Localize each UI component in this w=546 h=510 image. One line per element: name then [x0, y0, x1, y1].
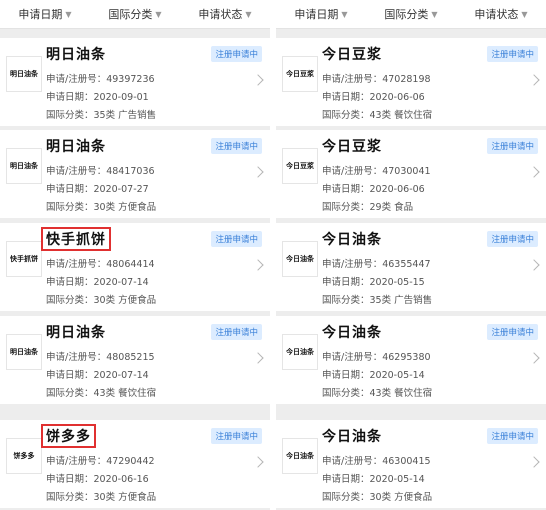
application-date: 申请日期：2020-06-16 — [46, 474, 149, 485]
filter-intl-class[interactable]: 国际分类 ▼ — [366, 0, 456, 28]
application-date: 申请日期：2020-05-15 — [322, 277, 425, 288]
application-date: 申请日期：2020-07-14 — [46, 370, 149, 381]
chevron-right-icon — [252, 456, 264, 468]
status-badge: 注册申请中 — [487, 428, 538, 444]
trademark-card[interactable]: 今日油条 今日油条 申请/注册号：46295380 申请日期：2020-05-14 国际… — [276, 316, 546, 404]
chevron-right-icon — [528, 456, 540, 468]
trademark-name: 今日油条 — [322, 232, 382, 248]
status-badge: 注册申请中 — [211, 46, 262, 62]
registration-number: 申请/注册号：48064414 — [46, 259, 155, 270]
application-date: 申请日期：2020-06-06 — [322, 184, 425, 195]
application-date: 申请日期：2020-07-14 — [46, 277, 149, 288]
chevron-right-icon — [528, 166, 540, 178]
international-class: 国际分类：43类 餐饮住宿 — [322, 110, 433, 121]
trademark-logo: 明日油条 — [6, 334, 42, 370]
chevron-right-icon — [252, 166, 264, 178]
trademark-card[interactable]: 今日油条 今日油条 申请/注册号：46355447 申请日期：2020-05-15 国际… — [276, 223, 546, 311]
status-badge: 注册申请中 — [211, 428, 262, 444]
international-class: 国际分类：43类 餐饮住宿 — [46, 388, 157, 399]
international-class: 国际分类：30类 方便食品 — [46, 295, 157, 306]
trademark-logo: 饼多多 — [6, 438, 42, 474]
caret-down-icon: ▼ — [155, 9, 162, 19]
caret-down-icon: ▼ — [245, 9, 252, 19]
caret-down-icon: ▼ — [65, 9, 72, 19]
trademark-logo: 今日油条 — [282, 438, 318, 474]
registration-number: 申请/注册号：48417036 — [46, 166, 155, 177]
trademark-name: 明日油条 — [46, 47, 106, 63]
chevron-right-icon — [528, 74, 540, 86]
chevron-right-icon — [252, 74, 264, 86]
filter-apply-date[interactable]: 申请日期 ▼ — [276, 0, 366, 28]
trademark-name: 明日油条 — [46, 139, 106, 155]
registration-number: 申请/注册号：46355447 — [322, 259, 431, 270]
trademark-logo: 明日油条 — [6, 148, 42, 184]
right-column: 申请日期 ▼ 国际分类 ▼ 申请状态 ▼ 今日豆浆 今日豆浆 申请/注册号：4702819… — [276, 0, 546, 510]
registration-number: 申请/注册号：46295380 — [322, 352, 431, 363]
trademark-logo: 今日油条 — [282, 334, 318, 370]
trademark-name: 明日油条 — [46, 325, 106, 341]
international-class: 国际分类：30类 方便食品 — [46, 202, 157, 213]
left-column: 申请日期 ▼ 国际分类 ▼ 申请状态 ▼ 明日油条 明日油条 申请/注册号：4939723… — [0, 0, 270, 510]
trademark-logo: 今日油条 — [282, 241, 318, 277]
application-date: 申请日期：2020-09-01 — [46, 92, 149, 103]
trademark-name: 今日豆浆 — [322, 47, 382, 63]
international-class: 国际分类：29类 食品 — [322, 202, 414, 213]
trademark-card[interactable]: 饼多多 饼多多 申请/注册号：47290442 申请日期：2020-06-16 国际分类… — [0, 420, 270, 508]
application-date: 申请日期：2020-05-14 — [322, 474, 425, 485]
status-badge: 注册申请中 — [211, 231, 262, 247]
trademark-name: 今日油条 — [322, 429, 382, 445]
international-class: 国际分类：35类 广告销售 — [46, 110, 157, 121]
caret-down-icon: ▼ — [431, 9, 438, 19]
chevron-right-icon — [252, 259, 264, 271]
international-class: 国际分类：30类 方便食品 — [46, 492, 157, 503]
registration-number: 申请/注册号：47290442 — [46, 456, 155, 467]
international-class: 国际分类：35类 广告销售 — [322, 295, 433, 306]
trademark-card[interactable]: 今日油条 今日油条 申请/注册号：46300415 申请日期：2020-05-14 国际… — [276, 420, 546, 508]
trademark-card[interactable]: 快手抓饼 快手抓饼 申请/注册号：48064414 申请日期：2020-07-14 国际… — [0, 223, 270, 311]
trademark-logo: 今日豆浆 — [282, 148, 318, 184]
registration-number: 申请/注册号：48085215 — [46, 352, 155, 363]
trademark-card[interactable]: 明日油条 明日油条 申请/注册号：48085215 申请日期：2020-07-14 国际… — [0, 316, 270, 404]
application-date: 申请日期：2020-06-06 — [322, 92, 425, 103]
filter-bar: 申请日期 ▼ 国际分类 ▼ 申请状态 ▼ — [276, 0, 546, 29]
status-badge: 注册申请中 — [487, 324, 538, 340]
international-class: 国际分类：43类 餐饮住宿 — [322, 388, 433, 399]
trademark-logo: 快手抓饼 — [6, 241, 42, 277]
registration-number: 申请/注册号：47028198 — [322, 74, 431, 85]
trademark-card[interactable]: 明日油条 明日油条 申请/注册号：48417036 申请日期：2020-07-27 国际… — [0, 130, 270, 218]
registration-number: 申请/注册号：49397236 — [46, 74, 155, 85]
trademark-name: 今日豆浆 — [322, 139, 382, 155]
registration-number: 申请/注册号：46300415 — [322, 456, 431, 467]
application-date: 申请日期：2020-05-14 — [322, 370, 425, 381]
caret-down-icon: ▼ — [341, 9, 348, 19]
filter-apply-status[interactable]: 申请状态 ▼ — [456, 0, 546, 28]
trademark-logo: 明日油条 — [6, 56, 42, 92]
caret-down-icon: ▼ — [521, 9, 528, 19]
chevron-right-icon — [528, 259, 540, 271]
status-badge: 注册申请中 — [487, 231, 538, 247]
registration-number: 申请/注册号：47030041 — [322, 166, 431, 177]
trademark-logo: 今日豆浆 — [282, 56, 318, 92]
trademark-card[interactable]: 明日油条 明日油条 申请/注册号：49397236 申请日期：2020-09-01 国际… — [0, 38, 270, 126]
trademark-card[interactable]: 今日豆浆 今日豆浆 申请/注册号：47028198 申请日期：2020-06-06 国际… — [276, 38, 546, 126]
chevron-right-icon — [252, 352, 264, 364]
filter-apply-status[interactable]: 申请状态 ▼ — [180, 0, 270, 28]
trademark-name: 快手抓饼 — [41, 227, 111, 251]
filter-apply-date[interactable]: 申请日期 ▼ — [0, 0, 90, 28]
status-badge: 注册申请中 — [487, 46, 538, 62]
application-date: 申请日期：2020-07-27 — [46, 184, 149, 195]
international-class: 国际分类：30类 方便食品 — [322, 492, 433, 503]
filter-intl-class[interactable]: 国际分类 ▼ — [90, 0, 180, 28]
status-badge: 注册申请中 — [487, 138, 538, 154]
trademark-name: 饼多多 — [41, 424, 96, 448]
status-badge: 注册申请中 — [211, 324, 262, 340]
chevron-right-icon — [528, 352, 540, 364]
filter-bar: 申请日期 ▼ 国际分类 ▼ 申请状态 ▼ — [0, 0, 270, 29]
trademark-card[interactable]: 今日豆浆 今日豆浆 申请/注册号：47030041 申请日期：2020-06-06 国际… — [276, 130, 546, 218]
status-badge: 注册申请中 — [211, 138, 262, 154]
trademark-name: 今日油条 — [322, 325, 382, 341]
